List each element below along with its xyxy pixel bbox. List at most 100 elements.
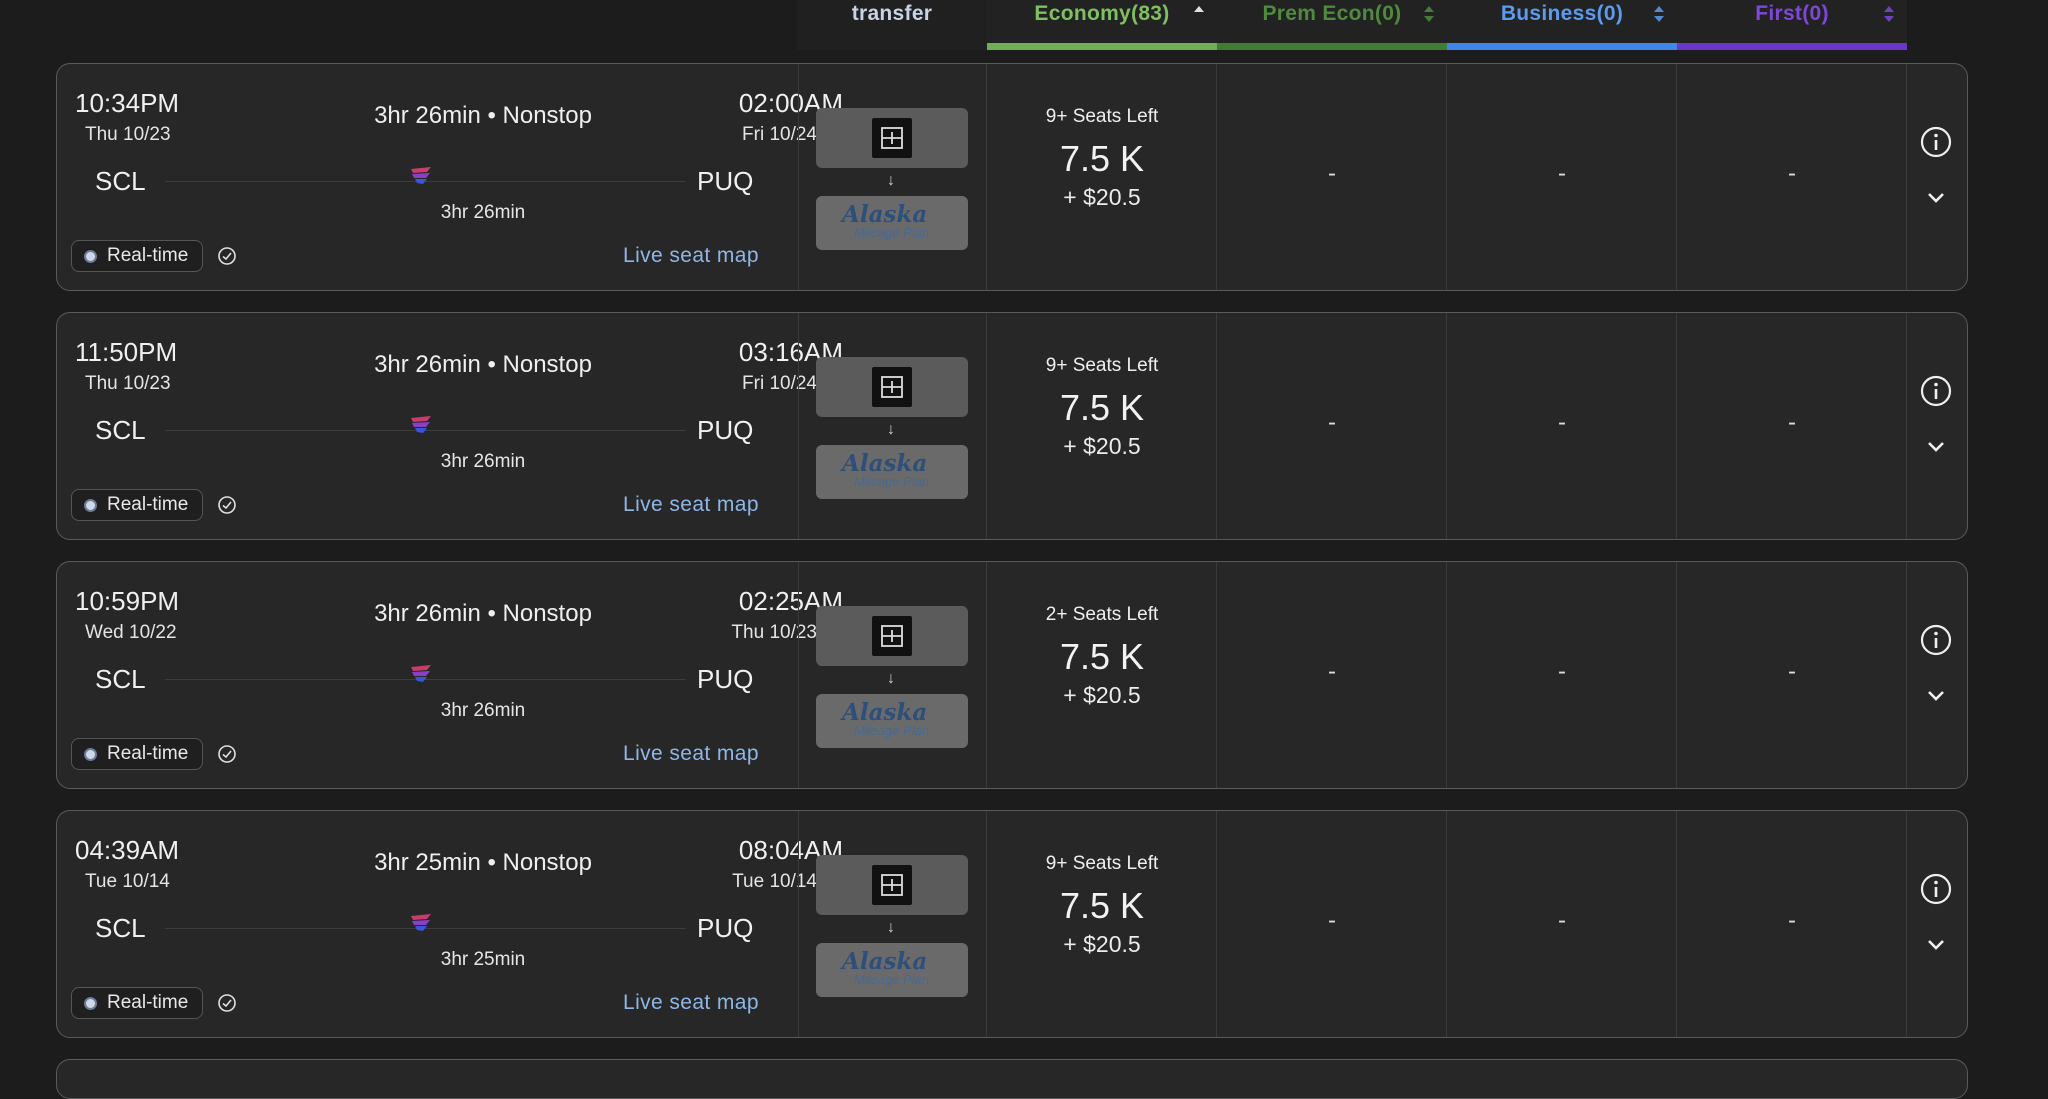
live-seat-map-link[interactable]: Live seat map: [623, 991, 759, 1015]
economy-cash-fee: + $20.5: [1063, 682, 1141, 708]
flight-card[interactable]: 11:50PM Thu 10/23 3hr 26min • Nonstop 03…: [56, 312, 1968, 540]
economy-miles-price[interactable]: 7.5 K: [987, 138, 1217, 180]
alaska-program-tile[interactable]: Alaska Mileage Plan: [816, 196, 968, 250]
real-time-badge[interactable]: Real-time: [71, 738, 204, 770]
sort-icon[interactable]: [1883, 4, 1895, 26]
flight-duration: 3hr 25min: [440, 949, 526, 970]
prem-econ-header-label: Prem Econ(0): [1262, 2, 1402, 25]
flight-card-partial[interactable]: [56, 1059, 1968, 1099]
economy-header-label: Economy(83): [1034, 2, 1170, 25]
destination-airport-code: PUQ: [697, 913, 754, 943]
arrival-date: Fri 10/24: [742, 124, 817, 145]
prem-econ-price: -: [1328, 658, 1336, 685]
economy-column-header[interactable]: Economy(83): [987, 0, 1217, 50]
info-icon[interactable]: [1919, 374, 1953, 408]
check-circle-icon: [218, 247, 236, 265]
business-header-label: Business(0): [1500, 2, 1624, 25]
departure-date: Thu 10/23: [85, 124, 171, 145]
economy-miles-price[interactable]: 7.5 K: [987, 885, 1217, 927]
real-time-label: Real-time: [107, 992, 189, 1013]
real-time-badge[interactable]: Real-time: [71, 489, 204, 521]
radio-dot-icon: [84, 997, 97, 1010]
first-header-label: First(0): [1755, 2, 1829, 25]
business-price: -: [1558, 658, 1566, 685]
flight-card[interactable]: 10:34PM Thu 10/23 3hr 26min • Nonstop 02…: [56, 63, 1968, 291]
business-column-header[interactable]: Business(0): [1447, 0, 1677, 50]
info-icon[interactable]: [1919, 623, 1953, 657]
sort-icon[interactable]: [1423, 4, 1435, 26]
alaska-logo: Alaska: [842, 948, 928, 975]
origin-airport-code: SCL: [95, 913, 146, 943]
real-time-label: Real-time: [107, 245, 189, 266]
arrow-down-icon: ↓: [887, 919, 895, 936]
chevron-down-icon[interactable]: [1927, 690, 1945, 702]
column-divider: [798, 811, 799, 1037]
business-price: -: [1558, 409, 1566, 436]
economy-cash-fee: + $20.5: [1063, 931, 1141, 957]
real-time-badge[interactable]: Real-time: [71, 987, 204, 1019]
results-header: transfer Economy(83) Prem Econ(0) Busine…: [0, 0, 2048, 52]
sort-icon[interactable]: [1653, 4, 1665, 26]
flight-summary: 3hr 26min • Nonstop: [374, 351, 592, 378]
airline-logo-icon: [411, 665, 431, 682]
bank-card-icon: [872, 118, 912, 158]
first-color-bar: [1677, 43, 1907, 50]
alaska-program-tile[interactable]: Alaska Mileage Plan: [816, 943, 968, 997]
alaska-logo: Alaska: [842, 699, 928, 726]
live-seat-map-link[interactable]: Live seat map: [623, 244, 759, 268]
economy-miles-price[interactable]: 7.5 K: [987, 387, 1217, 429]
flight-card[interactable]: 04:39AM Tue 10/14 3hr 25min • Nonstop 08…: [56, 810, 1968, 1038]
info-icon[interactable]: [1919, 872, 1953, 906]
check-circle-icon: [218, 745, 236, 763]
prem-econ-color-bar: [1217, 43, 1447, 50]
column-divider: [1906, 313, 1907, 539]
alaska-logo: Alaska: [842, 201, 928, 228]
origin-airport-code: SCL: [95, 166, 146, 196]
first-column-header[interactable]: First(0): [1677, 0, 1907, 50]
flight-card[interactable]: 10:59PM Wed 10/22 3hr 26min • Nonstop 02…: [56, 561, 1968, 789]
alaska-program-tile[interactable]: Alaska Mileage Plan: [816, 694, 968, 748]
info-icon[interactable]: [1919, 125, 1953, 159]
alaska-program-tile[interactable]: Alaska Mileage Plan: [816, 445, 968, 499]
business-price: -: [1558, 907, 1566, 934]
mileage-plan-logo: Mileage Plan: [854, 225, 930, 240]
real-time-badge[interactable]: Real-time: [71, 240, 204, 272]
live-seat-map-link[interactable]: Live seat map: [623, 742, 759, 766]
first-price: -: [1788, 658, 1796, 685]
real-time-label: Real-time: [107, 743, 189, 764]
economy-miles-price[interactable]: 7.5 K: [987, 636, 1217, 678]
arrival-date: Fri 10/24: [742, 373, 817, 394]
flight-summary: 3hr 26min • Nonstop: [374, 102, 592, 129]
first-price: -: [1788, 907, 1796, 934]
first-price: -: [1788, 160, 1796, 187]
prem-econ-column-header[interactable]: Prem Econ(0): [1217, 0, 1447, 50]
arrow-down-icon: ↓: [887, 172, 895, 189]
sort-ascending-icon[interactable]: [1193, 4, 1205, 26]
column-divider: [798, 313, 799, 539]
transfer-header-label: transfer: [851, 2, 933, 25]
transfer-source-tile[interactable]: [816, 606, 968, 666]
chevron-down-icon[interactable]: [1927, 192, 1945, 204]
transfer-source-tile[interactable]: [816, 108, 968, 168]
origin-airport-code: SCL: [95, 415, 146, 445]
prem-econ-price: -: [1328, 409, 1336, 436]
prem-econ-price: -: [1328, 160, 1336, 187]
column-divider: [798, 64, 799, 290]
live-seat-map-link[interactable]: Live seat map: [623, 493, 759, 517]
arrival-date: Tue 10/14: [732, 871, 817, 892]
flight-summary: 3hr 26min • Nonstop: [374, 600, 592, 627]
bank-card-icon: [872, 367, 912, 407]
economy-seats-left: 9+ Seats Left: [1045, 106, 1159, 127]
real-time-label: Real-time: [107, 494, 189, 515]
chevron-down-icon[interactable]: [1927, 939, 1945, 951]
mileage-plan-logo: Mileage Plan: [854, 474, 930, 489]
chevron-down-icon[interactable]: [1927, 441, 1945, 453]
transfer-source-tile[interactable]: [816, 357, 968, 417]
economy-cash-fee: + $20.5: [1063, 184, 1141, 210]
economy-seats-left: 9+ Seats Left: [1045, 355, 1159, 376]
transfer-source-tile[interactable]: [816, 855, 968, 915]
flight-summary: 3hr 25min • Nonstop: [374, 849, 592, 876]
economy-seats-left: 9+ Seats Left: [1045, 853, 1159, 874]
airline-logo-icon: [411, 416, 431, 433]
alaska-logo: Alaska: [842, 450, 928, 477]
